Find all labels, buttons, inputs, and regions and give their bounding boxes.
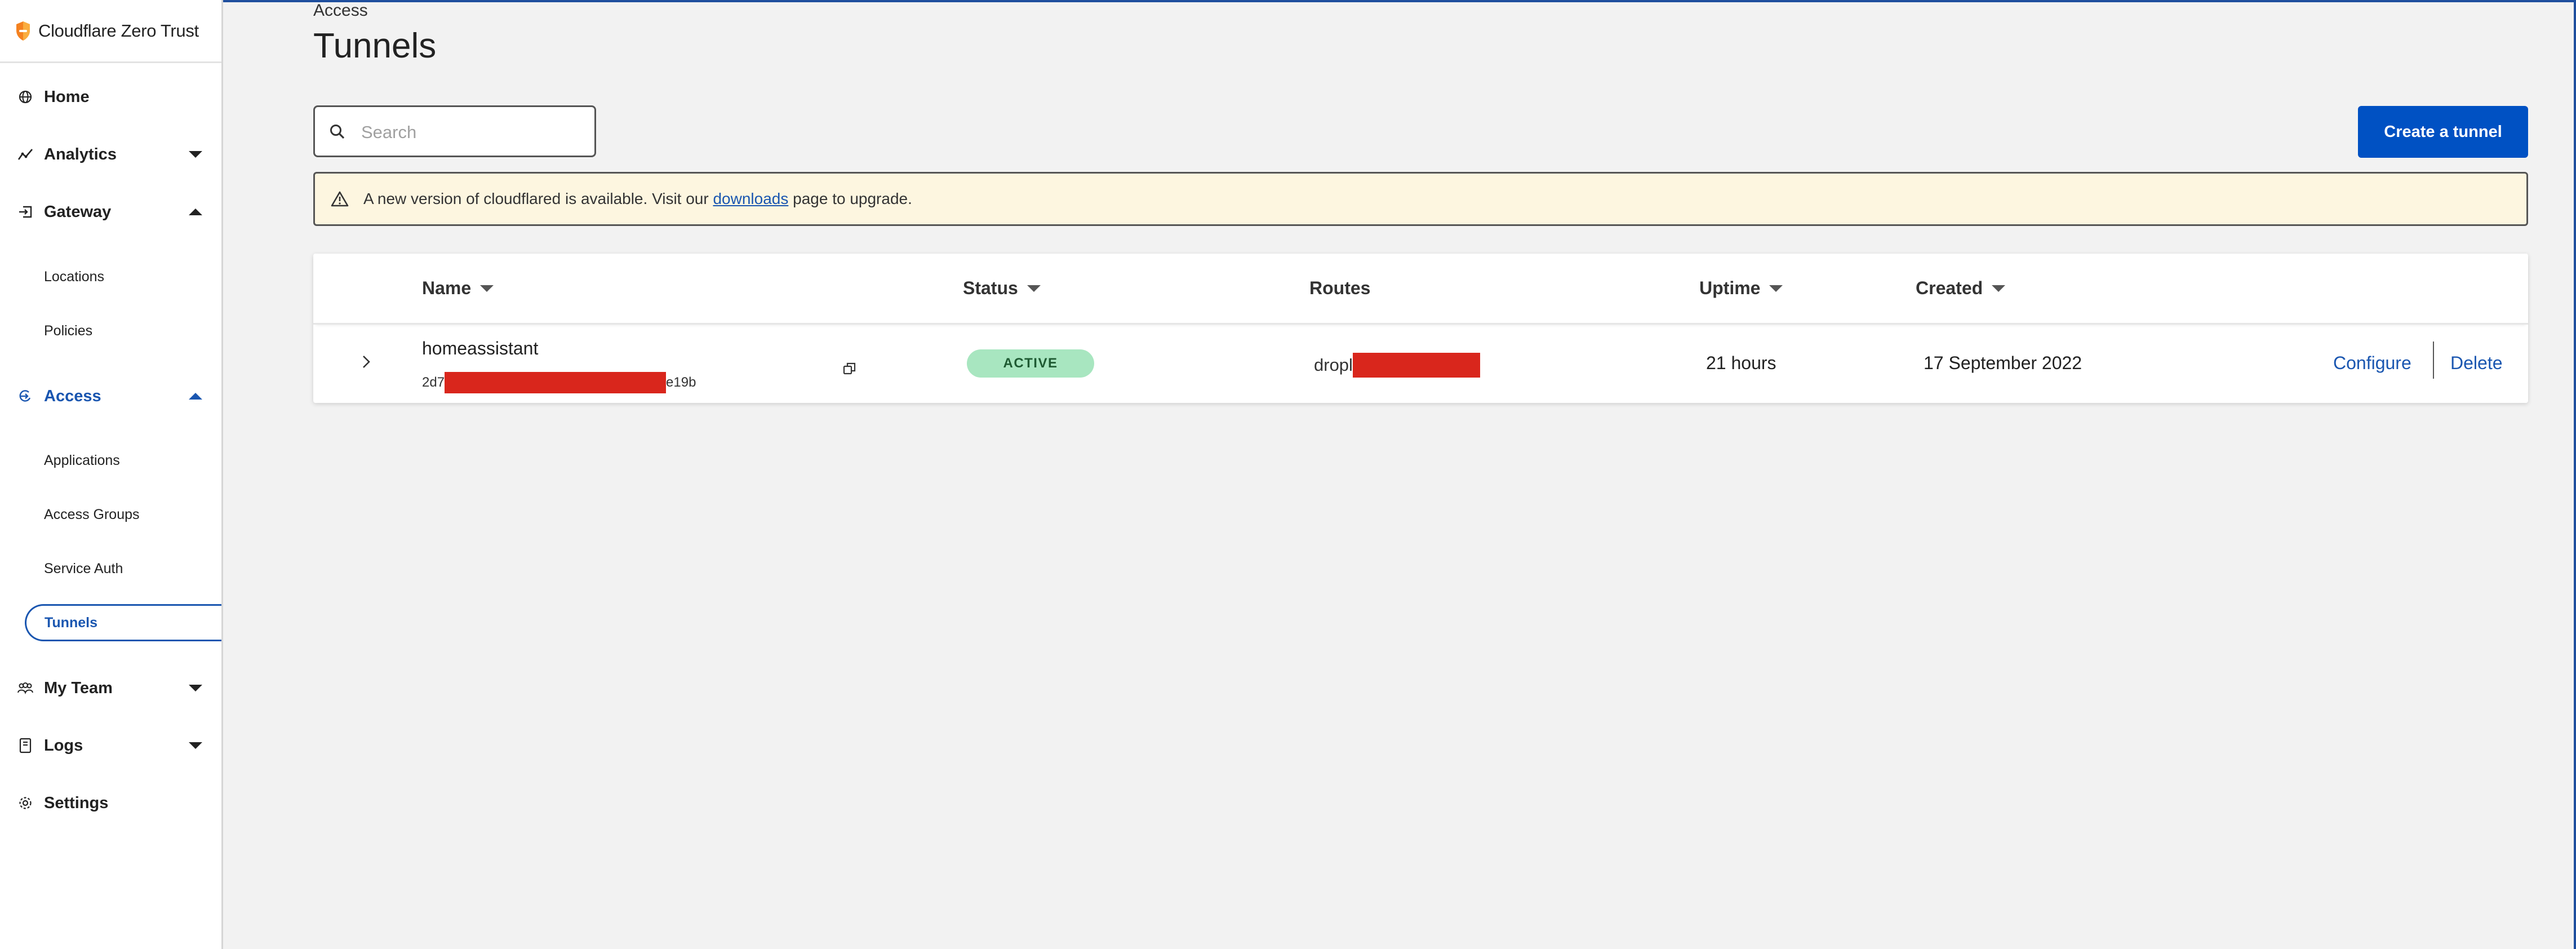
tunnels-table: Name Status Routes Uptime Created homeas… [313, 254, 2528, 403]
sidebar-item-gateway[interactable]: Gateway [0, 195, 221, 229]
action-divider [2433, 342, 2434, 379]
sidebar-item-settings[interactable]: Settings [0, 786, 221, 820]
sidebar-item-label: Analytics [44, 145, 117, 163]
column-header-uptime[interactable]: Uptime [1699, 278, 1783, 299]
top-border [0, 0, 2576, 2]
sort-caret-icon [1027, 285, 1041, 292]
copy-icon[interactable] [842, 361, 858, 376]
column-header-name[interactable]: Name [422, 278, 494, 299]
sidebar-item-my-team[interactable]: My Team [0, 671, 221, 705]
table-header: Name Status Routes Uptime Created [313, 254, 2528, 325]
column-header-created[interactable]: Created [1916, 278, 2006, 299]
created-cell: 17 September 2022 [1924, 353, 2082, 373]
chevron-down-icon [189, 151, 202, 158]
configure-button[interactable]: Configure [2333, 353, 2411, 374]
sidebar-item-label: Gateway [44, 202, 112, 221]
route-prefix: dropl [1314, 355, 1353, 375]
chevron-right-icon[interactable] [356, 352, 376, 372]
column-header-status[interactable]: Status [963, 278, 1041, 299]
sidebar-item-logs[interactable]: Logs [0, 729, 221, 762]
sidebar-item-access-groups[interactable]: Access Groups [44, 500, 140, 529]
logs-book-icon [17, 737, 34, 754]
right-border [2574, 0, 2576, 949]
banner-text-after: page to upgrade. [788, 190, 912, 207]
search-box [313, 105, 596, 157]
tunnel-name: homeassistant [422, 338, 539, 358]
chevron-up-icon [189, 209, 202, 215]
team-icon [17, 680, 34, 697]
tunnel-id-suffix: e19b [666, 375, 696, 390]
gear-icon [17, 795, 34, 811]
column-header-label: Name [422, 278, 472, 298]
sidebar-item-home[interactable]: Home [0, 80, 221, 114]
sidebar-item-label: Logs [44, 736, 83, 755]
search-input[interactable] [360, 116, 588, 149]
status-badge: ACTIVE [967, 349, 1094, 378]
sidebar-item-access[interactable]: Access [0, 379, 221, 413]
create-tunnel-button[interactable]: Create a tunnel [2358, 106, 2528, 158]
page-title: Tunnels [313, 26, 437, 65]
sidebar-item-label: Home [44, 87, 90, 106]
delete-button[interactable]: Delete [2450, 353, 2503, 374]
redaction-block [1352, 353, 1480, 378]
column-header-routes: Routes [1309, 278, 1370, 299]
banner-text-before: A new version of cloudflared is availabl… [363, 190, 713, 207]
chevron-down-icon [189, 685, 202, 691]
sidebar-item-label: Settings [44, 793, 109, 812]
update-banner: A new version of cloudflared is availabl… [313, 172, 2528, 226]
breadcrumb[interactable]: Access [313, 1, 368, 20]
banner-text: A new version of cloudflared is availabl… [363, 190, 912, 208]
column-header-label: Uptime [1699, 278, 1761, 298]
downloads-link[interactable]: downloads [713, 190, 788, 207]
sidebar: Cloudflare Zero Trust Home Analytics Gat… [0, 0, 223, 949]
sidebar-item-applications[interactable]: Applications [44, 446, 120, 475]
sort-caret-icon [1992, 285, 2006, 292]
route-cell: dropl [1314, 353, 1480, 378]
cloudflare-shield-icon [16, 21, 30, 41]
redaction-block [445, 372, 667, 393]
sidebar-item-label: Access [44, 387, 101, 405]
column-header-label: Created [1916, 278, 1983, 298]
app-title: Cloudflare Zero Trust [38, 20, 199, 41]
sidebar-item-tunnels[interactable]: Tunnels [25, 604, 221, 641]
sort-caret-icon [480, 285, 494, 292]
sidebar-item-label: My Team [44, 679, 113, 697]
sidebar-item-policies[interactable]: Policies [44, 317, 92, 345]
tunnel-id: 2d7 e19b [422, 372, 696, 393]
column-header-label: Status [963, 278, 1018, 298]
brand-header[interactable]: Cloudflare Zero Trust [0, 0, 221, 63]
uptime-cell: 21 hours [1706, 353, 1776, 373]
access-icon [17, 388, 34, 405]
globe-icon [17, 88, 34, 105]
sidebar-item-locations[interactable]: Locations [44, 263, 104, 291]
search-icon [330, 125, 345, 139]
table-row: homeassistant 2d7 e19b ACTIVE dropl 21 ho… [313, 325, 2528, 403]
warning-icon [331, 191, 349, 207]
sidebar-item-analytics[interactable]: Analytics [0, 138, 221, 171]
line-chart-icon [17, 146, 34, 163]
column-header-label: Routes [1309, 278, 1371, 298]
tunnel-id-prefix: 2d7 [422, 375, 445, 390]
sort-caret-icon [1769, 285, 1783, 292]
gateway-icon [17, 203, 34, 220]
sidebar-item-service-auth[interactable]: Service Auth [44, 555, 123, 583]
chevron-down-icon [189, 742, 202, 749]
chevron-up-icon [189, 393, 202, 400]
